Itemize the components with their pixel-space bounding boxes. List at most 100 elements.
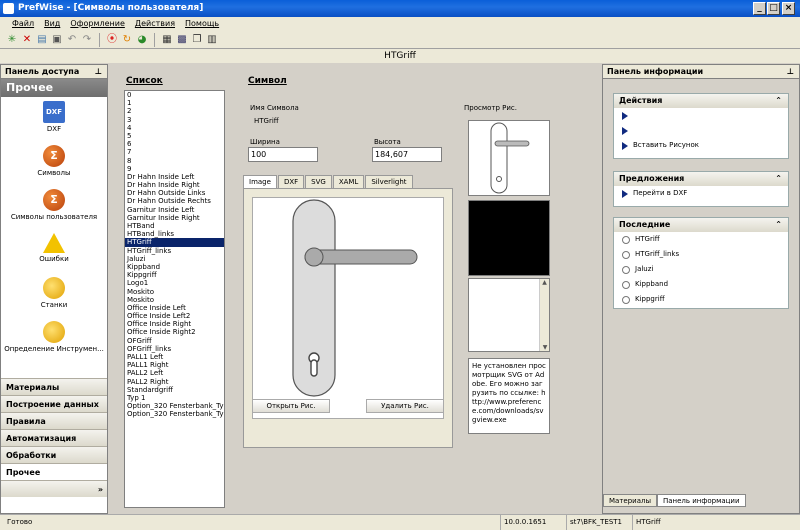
collapse-icon[interactable]: ⌃ [775,172,782,186]
action-item[interactable] [614,123,788,138]
symbol-list-item[interactable]: Moskito [125,296,224,304]
scroll-down-icon[interactable]: ▼ [540,344,550,351]
symbol-list-item[interactable]: Dr Hahn Inside Left [125,173,224,181]
nav-item-symbols[interactable]: Σ Символы [1,145,107,185]
save-icon[interactable]: ▣ [51,34,63,46]
actions-header[interactable]: Действия ⌃ [614,94,788,108]
symbol-list-item[interactable]: Dr Hahn Outside Links [125,189,224,197]
new-icon[interactable]: ✳ [6,34,18,46]
action-item[interactable] [614,108,788,123]
symbol-list-item[interactable]: 6 [125,140,224,148]
symbol-list-item[interactable]: Logo1 [125,279,224,287]
maximize-button[interactable]: □ [767,2,780,15]
tab-image[interactable]: Image [243,175,277,188]
vertical-scrollbar[interactable]: ▲ ▼ [539,279,549,351]
symbol-list-item[interactable]: 4 [125,124,224,132]
height-field[interactable]: 184,607 [372,147,442,162]
suggestion-goto-dxf[interactable]: Перейти в DXF [614,186,788,201]
symbol-list-item[interactable]: Garnitur Inside Right [125,214,224,222]
nav-item-machines[interactable]: Станки [1,277,107,317]
nav-item-user-symbols[interactable]: Σ Символы пользователя [1,189,107,229]
category-other[interactable]: Прочее [1,463,107,480]
redo-icon[interactable]: ↷ [81,34,93,46]
category-automation[interactable]: Автоматизация [1,429,107,446]
symbol-list-item[interactable]: HTBand [125,222,224,230]
category-rules[interactable]: Правила [1,412,107,429]
symbol-list-item[interactable]: PALL2 Left [125,369,224,377]
window-icon[interactable]: ❐ [191,34,203,46]
symbol-list-item[interactable]: PALL2 Right [125,378,224,386]
symbol-list-item[interactable]: OFGriff_links [125,345,224,353]
symbol-list-item[interactable]: Office Inside Right [125,320,224,328]
symbol-list-item[interactable]: Kippgriff [125,271,224,279]
category-processing[interactable]: Обработки [1,446,107,463]
menu-file[interactable]: Файл [12,17,34,31]
open-image-button[interactable]: Открыть Рис. [252,399,330,413]
grid-icon[interactable]: ▦ [161,34,173,46]
scroll-up-icon[interactable]: ▲ [540,279,549,286]
symbol-list-item[interactable]: 7 [125,148,224,156]
menu-view[interactable]: Вид [44,17,60,31]
symbol-list-item[interactable]: 9 [125,165,224,173]
nav-item-dxf[interactable]: DXF DXF [1,101,107,141]
symbol-list-item[interactable]: Office Inside Left [125,304,224,312]
menu-help[interactable]: Помощь [185,17,219,31]
collapse-icon[interactable]: ⌃ [775,94,782,108]
tab-xaml[interactable]: XAML [332,175,365,188]
symbol-list-item[interactable]: Typ 1 [125,394,224,402]
tab-svg[interactable]: SVG [305,175,332,188]
symbol-list-item[interactable]: 5 [125,132,224,140]
menu-design[interactable]: Оформление [70,17,125,31]
nav-item-errors[interactable]: Ошибки [1,233,107,273]
symbol-list-item[interactable]: Kippband [125,263,224,271]
layout-icon[interactable]: ▥ [206,34,218,46]
symbol-list-item[interactable]: Option_320 Fensterbank_Type [125,410,224,418]
recent-header[interactable]: Последние ⌃ [614,218,788,232]
symbol-list-item[interactable]: Office Inside Left2 [125,312,224,320]
nav-item-tool-definition[interactable]: Определение Инструмен... [1,321,107,361]
expand-chevron-icon[interactable]: » [1,480,107,497]
recent-item[interactable]: HTGriff_links [614,247,788,262]
image-icon[interactable]: ▩ [176,34,188,46]
recent-item[interactable]: Kippband [614,277,788,292]
minimize-button[interactable]: _ [753,2,766,15]
action-insert-image[interactable]: Вставить Рисунок [614,138,788,153]
symbol-list-item[interactable]: PALL1 Left [125,353,224,361]
symbol-list-item[interactable]: Dr Hahn Inside Right [125,181,224,189]
symbol-list-item[interactable]: 0 [125,91,224,99]
symbol-list-item[interactable]: 1 [125,99,224,107]
suggestions-header[interactable]: Предложения ⌃ [614,172,788,186]
symbol-list-item[interactable]: OFGriff [125,337,224,345]
symbol-list-item[interactable]: HTBand_links [125,230,224,238]
symbol-list-item[interactable]: Standardgriff [125,386,224,394]
category-materials[interactable]: Материалы [1,378,107,395]
recent-item[interactable]: Jaluzi [614,262,788,277]
close-button[interactable]: × [782,2,795,15]
delete-icon[interactable]: ✕ [21,34,33,46]
tab-dxf[interactable]: DXF [277,175,305,188]
tab-materials[interactable]: Материалы [603,494,657,507]
run-icon[interactable]: ◕ [136,34,148,46]
symbol-list-item[interactable]: PALL1 Right [125,361,224,369]
symbol-list-item[interactable]: Office Inside Right2 [125,328,224,336]
menu-actions[interactable]: Действия [135,17,175,31]
refresh-icon[interactable]: ↻ [121,34,133,46]
symbol-list-item[interactable]: 3 [125,116,224,124]
category-data-build[interactable]: Построение данных [1,395,107,412]
symbol-list-item[interactable]: Jaluzi [125,255,224,263]
symbol-list-item[interactable]: 8 [125,157,224,165]
collapse-icon[interactable]: ⌃ [775,218,782,232]
record-icon[interactable]: ⦿ [106,34,118,46]
symbol-list-item[interactable]: HTGriff [125,238,224,247]
delete-image-button[interactable]: Удалить Рис. [366,399,444,413]
symbol-list[interactable]: 0 1 2 3 4 5 6 7 8 9 Dr Hahn Inside Left Dr Hahn Ins… [124,90,225,508]
symbol-list-item[interactable]: Garnitur Inside Left [125,206,224,214]
tab-info-panel[interactable]: Панель информации [657,494,746,507]
symbol-list-item[interactable]: Moskito [125,288,224,296]
symbol-list-item[interactable]: HTGriff_links [125,247,224,255]
symbol-list-item[interactable]: 2 [125,107,224,115]
undo-icon[interactable]: ↶ [66,34,78,46]
width-field[interactable]: 100 [248,147,318,162]
tab-silverlight[interactable]: Silverlight [365,175,413,188]
symbol-list-item[interactable]: Option_320 Fensterbank_Type [125,402,224,410]
